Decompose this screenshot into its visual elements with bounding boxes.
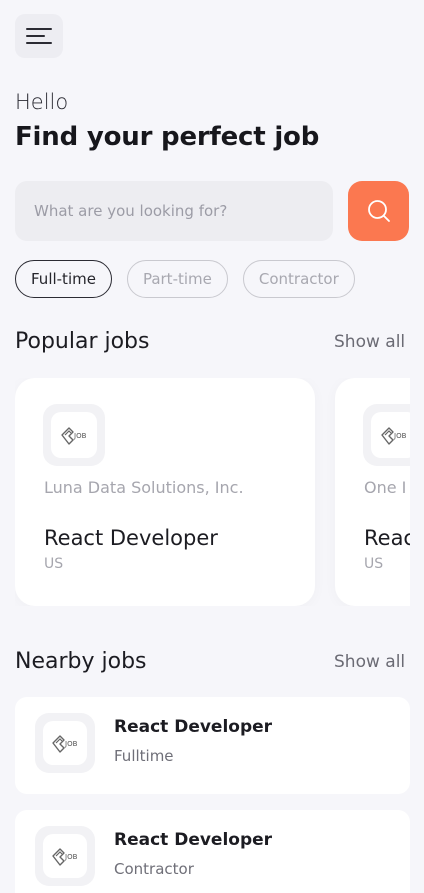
job-location: US (364, 556, 384, 572)
nearby-job-card[interactable]: JOB React Developer Fulltime (15, 697, 410, 794)
job-logo-text: JOB (393, 432, 407, 440)
job-location: US (44, 556, 64, 572)
search-placeholder: What are you looking for? (34, 202, 228, 220)
search-button[interactable] (348, 181, 409, 241)
job-type: Fulltime (114, 747, 174, 765)
job-type: Contractor (114, 860, 194, 878)
company-logo: JOB (43, 404, 105, 466)
company-logo: JOB (35, 713, 95, 773)
page-headline: Find your perfect job (15, 122, 320, 152)
search-input[interactable]: What are you looking for? (15, 181, 333, 241)
job-logo-icon: JOB (61, 427, 87, 445)
job-title: React Developer (114, 717, 273, 737)
popular-job-card[interactable]: JOB One I Reac US (335, 378, 410, 606)
job-logo-text: JOB (64, 740, 78, 748)
job-logo-icon: JOB (381, 427, 407, 445)
job-type-filters: Full-time Part-time Contractor (15, 260, 355, 298)
popular-jobs-carousel[interactable]: JOB Luna Data Solutions, Inc. React Deve… (15, 378, 410, 606)
job-logo-icon: JOB (52, 735, 78, 753)
hamburger-menu-icon (26, 28, 52, 44)
filter-chip-full-time[interactable]: Full-time (15, 260, 112, 298)
company-name: One I (364, 478, 407, 497)
job-title: Reac (364, 526, 410, 550)
popular-job-card[interactable]: JOB Luna Data Solutions, Inc. React Deve… (15, 378, 315, 606)
greeting-text: Hello (15, 90, 69, 114)
filter-chip-contractor[interactable]: Contractor (242, 260, 355, 298)
nearby-job-card[interactable]: JOB React Developer Contractor (15, 810, 410, 893)
nearby-show-all-link[interactable]: Show all (334, 652, 405, 672)
job-logo-icon: JOB (52, 848, 78, 866)
search-icon (367, 200, 390, 222)
company-logo: JOB (35, 826, 95, 886)
company-name: Luna Data Solutions, Inc. (44, 478, 244, 497)
popular-show-all-link[interactable]: Show all (334, 332, 405, 352)
popular-jobs-title: Popular jobs (15, 329, 150, 354)
job-logo-text: JOB (73, 432, 87, 440)
job-title: React Developer (44, 526, 218, 550)
company-logo: JOB (363, 404, 410, 466)
job-title: React Developer (114, 830, 273, 850)
job-logo-text: JOB (64, 853, 78, 861)
nearby-jobs-title: Nearby jobs (15, 649, 147, 674)
menu-button[interactable] (15, 14, 63, 58)
filter-chip-part-time[interactable]: Part-time (126, 260, 228, 298)
